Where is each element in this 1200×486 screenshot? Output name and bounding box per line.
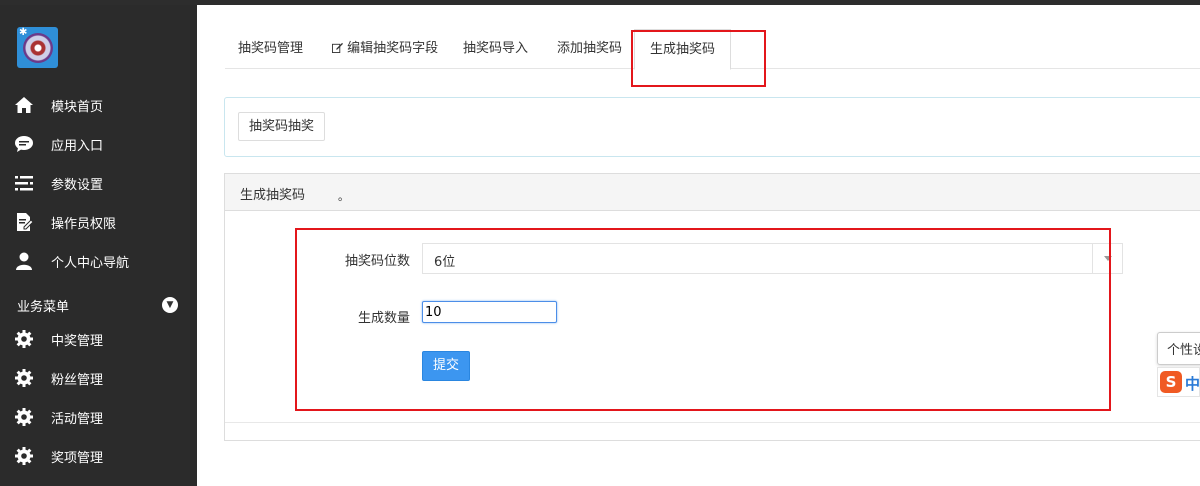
sidebar-item-label: 奖项管理 bbox=[51, 450, 104, 466]
tab-label: 抽奖码管理 bbox=[238, 41, 304, 56]
digits-label: 抽奖码位数 bbox=[345, 254, 411, 269]
sidebar-item-personal-center-nav[interactable]: 个人中心导航 bbox=[0, 243, 197, 279]
sogou-ime-logo-icon[interactable]: S bbox=[1160, 371, 1182, 393]
sidebar-item-label: 粉丝管理 bbox=[51, 372, 104, 388]
gear-icon bbox=[14, 368, 34, 388]
panel-header: 生成抽奖码 。 bbox=[225, 174, 1200, 211]
sidebar-item-fans-management[interactable]: 粉丝管理 bbox=[0, 360, 197, 396]
edit-icon bbox=[332, 41, 347, 56]
count-input[interactable] bbox=[422, 301, 557, 323]
sidebar-item-prize-winner-management[interactable]: 中奖管理 bbox=[0, 321, 197, 357]
code-draw-button[interactable]: 抽奖码抽奖 bbox=[238, 112, 326, 141]
star-icon: ✱ bbox=[19, 27, 28, 38]
gear-icon bbox=[14, 407, 34, 427]
tab-generate-code[interactable]: 生成抽奖码 bbox=[634, 29, 732, 70]
sidebar-item-label: 中奖管理 bbox=[51, 333, 104, 349]
toolbar-panel: 抽奖码抽奖 bbox=[224, 97, 1200, 157]
sidebar-item-label: 应用入口 bbox=[51, 138, 104, 154]
main-content: 抽奖码管理 编辑抽奖码字段 抽奖码导入 添加抽奖码 生成抽奖码 抽奖码抽奖 生成… bbox=[197, 5, 1200, 486]
tab-bar: 抽奖码管理 编辑抽奖码字段 抽奖码导入 添加抽奖码 生成抽奖码 bbox=[225, 29, 1200, 70]
gear-icon bbox=[14, 329, 34, 349]
panel-footer-divider bbox=[225, 422, 1200, 423]
tooltip: 个性设 bbox=[1157, 332, 1200, 365]
gear-icon bbox=[14, 446, 34, 466]
sidebar-section-title: 业务菜单 bbox=[17, 300, 70, 315]
user-icon bbox=[14, 251, 34, 271]
sidebar-item-label: 个人中心导航 bbox=[51, 255, 130, 271]
tab-edit-code-fields[interactable]: 编辑抽奖码字段 bbox=[332, 29, 438, 69]
tab-label: 生成抽奖码 bbox=[650, 42, 716, 57]
panel-title: 生成抽奖码 bbox=[240, 188, 306, 203]
sidebar-item-label: 活动管理 bbox=[51, 411, 104, 427]
chevron-down-icon[interactable] bbox=[1092, 244, 1122, 273]
sidebar-section-business-menu[interactable]: 业务菜单 ▼ bbox=[0, 292, 197, 318]
chevron-down-icon[interactable]: ▼ bbox=[162, 297, 178, 313]
sidebar: ✱ 模块首页 应用入口 参数设置 操作员权限 个人中心导航 业务菜单 ▼ 中奖管… bbox=[0, 5, 197, 486]
sidebar-item-operator-permissions[interactable]: 操作员权限 bbox=[0, 204, 197, 240]
sidebar-item-activity-management[interactable]: 活动管理 bbox=[0, 399, 197, 435]
tab-label: 添加抽奖码 bbox=[557, 41, 623, 56]
chat-bubble-icon bbox=[14, 134, 34, 154]
list-settings-icon bbox=[14, 173, 34, 193]
sidebar-item-module-home[interactable]: 模块首页 bbox=[0, 87, 197, 123]
sidebar-item-prize-management[interactable]: 奖项管理 bbox=[0, 438, 197, 474]
home-icon bbox=[14, 95, 34, 115]
tab-add-code[interactable]: 添加抽奖码 bbox=[557, 29, 622, 69]
sidebar-item-app-entry[interactable]: 应用入口 bbox=[0, 126, 197, 162]
sidebar-item-label: 参数设置 bbox=[51, 177, 104, 193]
edit-document-icon bbox=[14, 212, 34, 232]
tab-code-management[interactable]: 抽奖码管理 bbox=[238, 29, 303, 69]
ime-mode-indicator[interactable]: 中 bbox=[1185, 373, 1199, 394]
digits-select[interactable]: 6位 bbox=[422, 243, 1123, 274]
submit-button[interactable]: 提交 bbox=[422, 351, 470, 381]
tab-code-import[interactable]: 抽奖码导入 bbox=[463, 29, 528, 69]
sidebar-item-label: 模块首页 bbox=[51, 99, 104, 115]
sidebar-item-parameter-settings[interactable]: 参数设置 bbox=[0, 165, 197, 201]
app-logo[interactable]: ✱ bbox=[17, 27, 58, 68]
digits-select-value: 6位 bbox=[434, 255, 456, 270]
ime-toolbar[interactable]: S 中 bbox=[1157, 367, 1200, 397]
tab-label: 抽奖码导入 bbox=[463, 41, 529, 56]
count-label: 生成数量 bbox=[358, 311, 411, 326]
generate-form-panel: 生成抽奖码 。 抽奖码位数 6位 生成数量 提交 bbox=[224, 173, 1200, 441]
panel-title-dot: 。 bbox=[338, 190, 349, 203]
sidebar-item-label: 操作员权限 bbox=[51, 216, 117, 232]
tab-label: 编辑抽奖码字段 bbox=[347, 41, 439, 56]
